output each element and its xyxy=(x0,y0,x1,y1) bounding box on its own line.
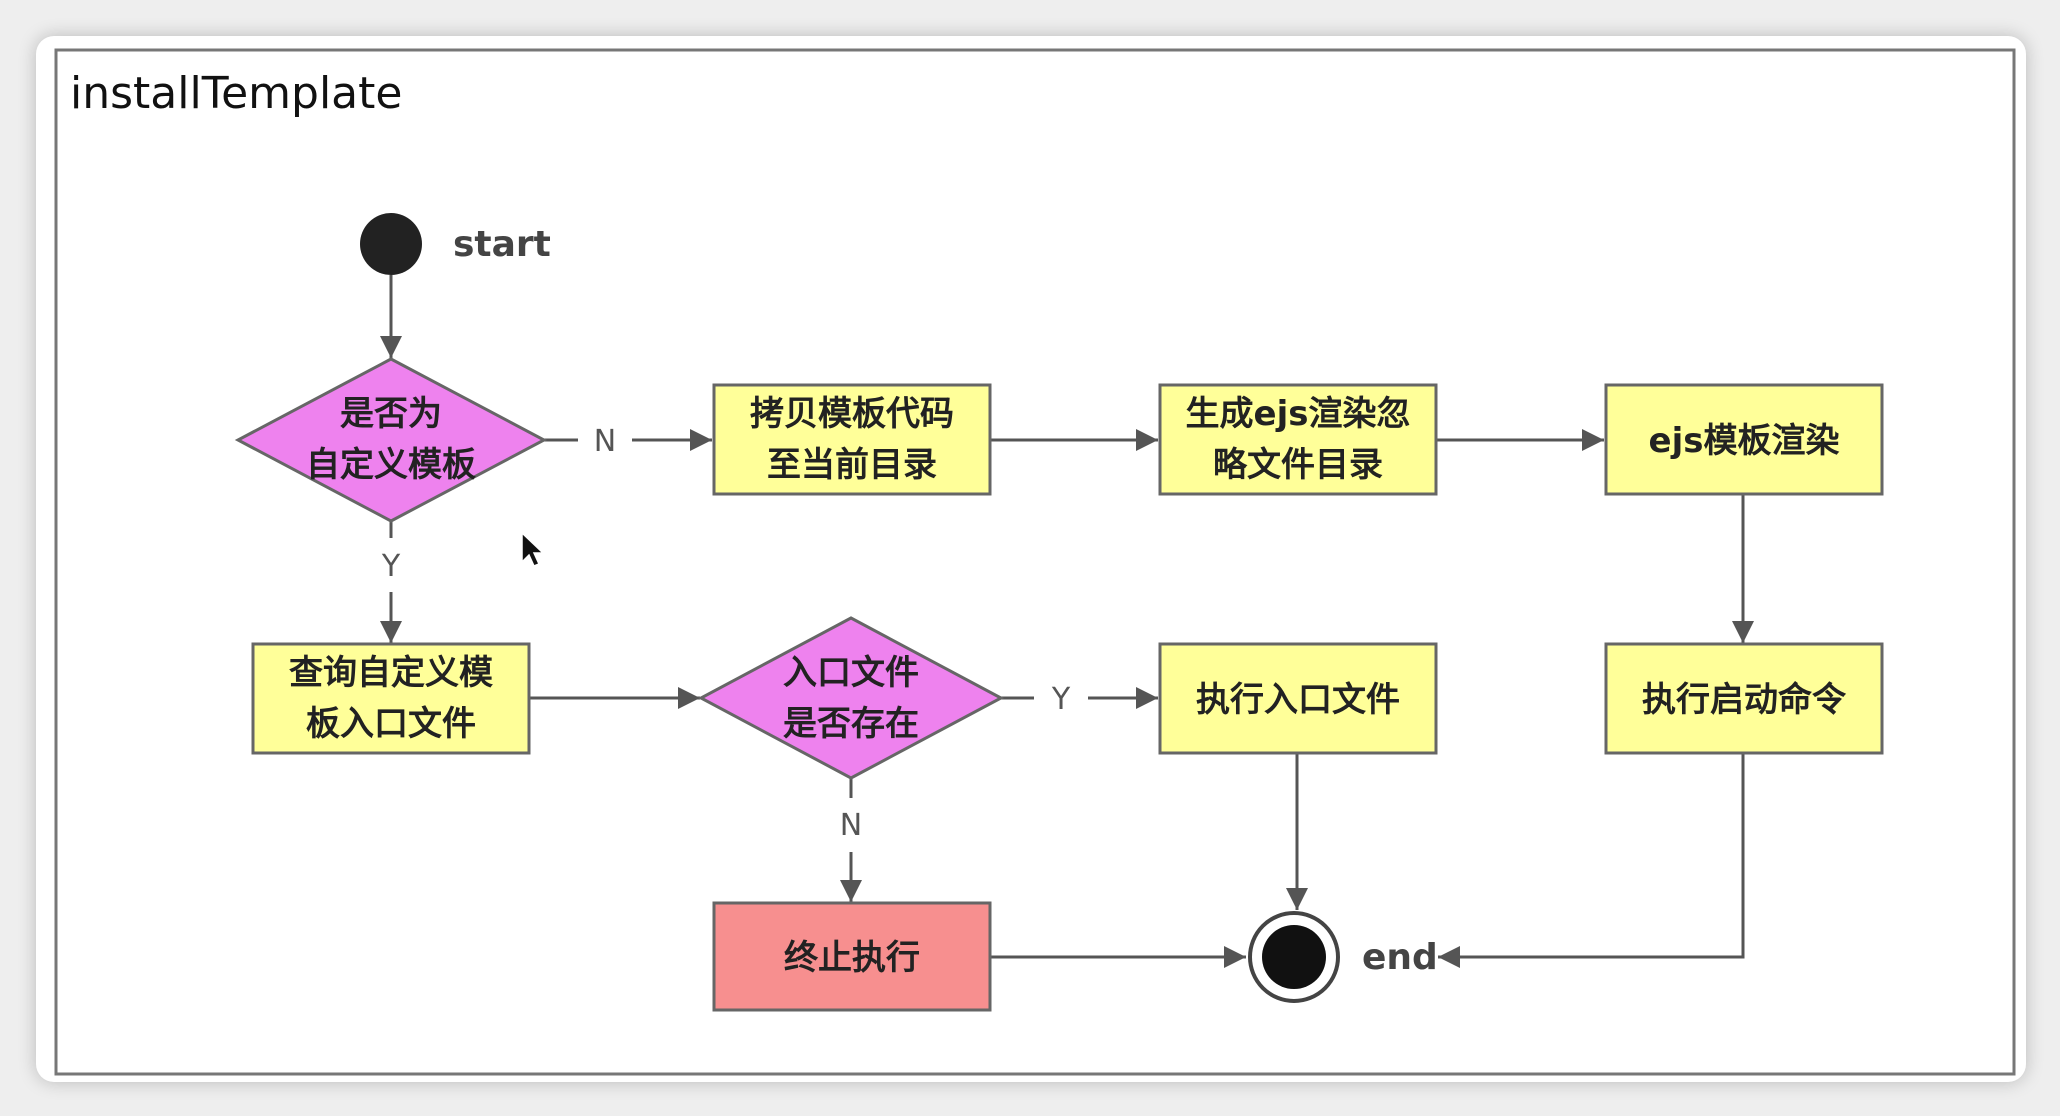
flowchart-canvas: installTemplate N Y Y N start 是否为 自定义模板 … xyxy=(54,48,2016,1076)
process-copy-code-line1: 拷贝模板代码 xyxy=(750,394,954,434)
start-label: start xyxy=(453,224,551,265)
process-ejs-render: ejs模板渲染 xyxy=(1604,383,1884,496)
process-exec-start-line1: 执行启动命令 xyxy=(1642,680,1847,720)
screenshot-stage: installTemplate N Y Y N start 是否为 自定义模板 … xyxy=(0,0,2060,1116)
process-terminate: 终止执行 xyxy=(712,901,992,1012)
diagram-title: installTemplate xyxy=(70,68,402,119)
process-query-entry-line2: 板入口文件 xyxy=(306,704,476,744)
edge-label-exists-yes: Y xyxy=(1051,682,1071,717)
decision-entry-exists-line1: 入口文件 xyxy=(783,653,919,693)
decision-is-custom-line1: 是否为 xyxy=(340,394,442,434)
edge-label-custom-no: N xyxy=(594,424,616,459)
decision-is-custom-line2: 自定义模板 xyxy=(306,445,476,485)
process-copy-code: 拷贝模板代码 至当前目录 xyxy=(712,383,992,496)
edge-label-custom-yes: Y xyxy=(381,549,401,584)
end-inner-circle xyxy=(1262,925,1326,989)
start-circle xyxy=(360,213,422,275)
process-gen-ignore-line1: 生成ejs渲染忽 xyxy=(1186,394,1411,434)
process-gen-ignore: 生成ejs渲染忽 略文件目录 xyxy=(1158,383,1438,496)
edge-label-exists-no: N xyxy=(840,808,862,843)
process-copy-code-line2: 至当前目录 xyxy=(767,445,937,485)
process-gen-ignore-line2: 略文件目录 xyxy=(1213,445,1383,485)
process-exec-entry-line1: 执行入口文件 xyxy=(1196,680,1400,720)
process-terminate-line1: 终止执行 xyxy=(784,938,920,978)
process-query-entry: 查询自定义模 板入口文件 xyxy=(251,642,531,755)
end-label: end xyxy=(1362,937,1438,978)
decision-entry-exists-line2: 是否存在 xyxy=(783,704,919,744)
process-query-entry-line1: 查询自定义模 xyxy=(289,653,493,693)
diagram-frame xyxy=(54,48,2016,1076)
process-exec-entry: 执行入口文件 xyxy=(1158,642,1438,755)
process-exec-start: 执行启动命令 xyxy=(1604,642,1884,755)
process-ejs-render-line1: ejs模板渲染 xyxy=(1649,421,1840,461)
